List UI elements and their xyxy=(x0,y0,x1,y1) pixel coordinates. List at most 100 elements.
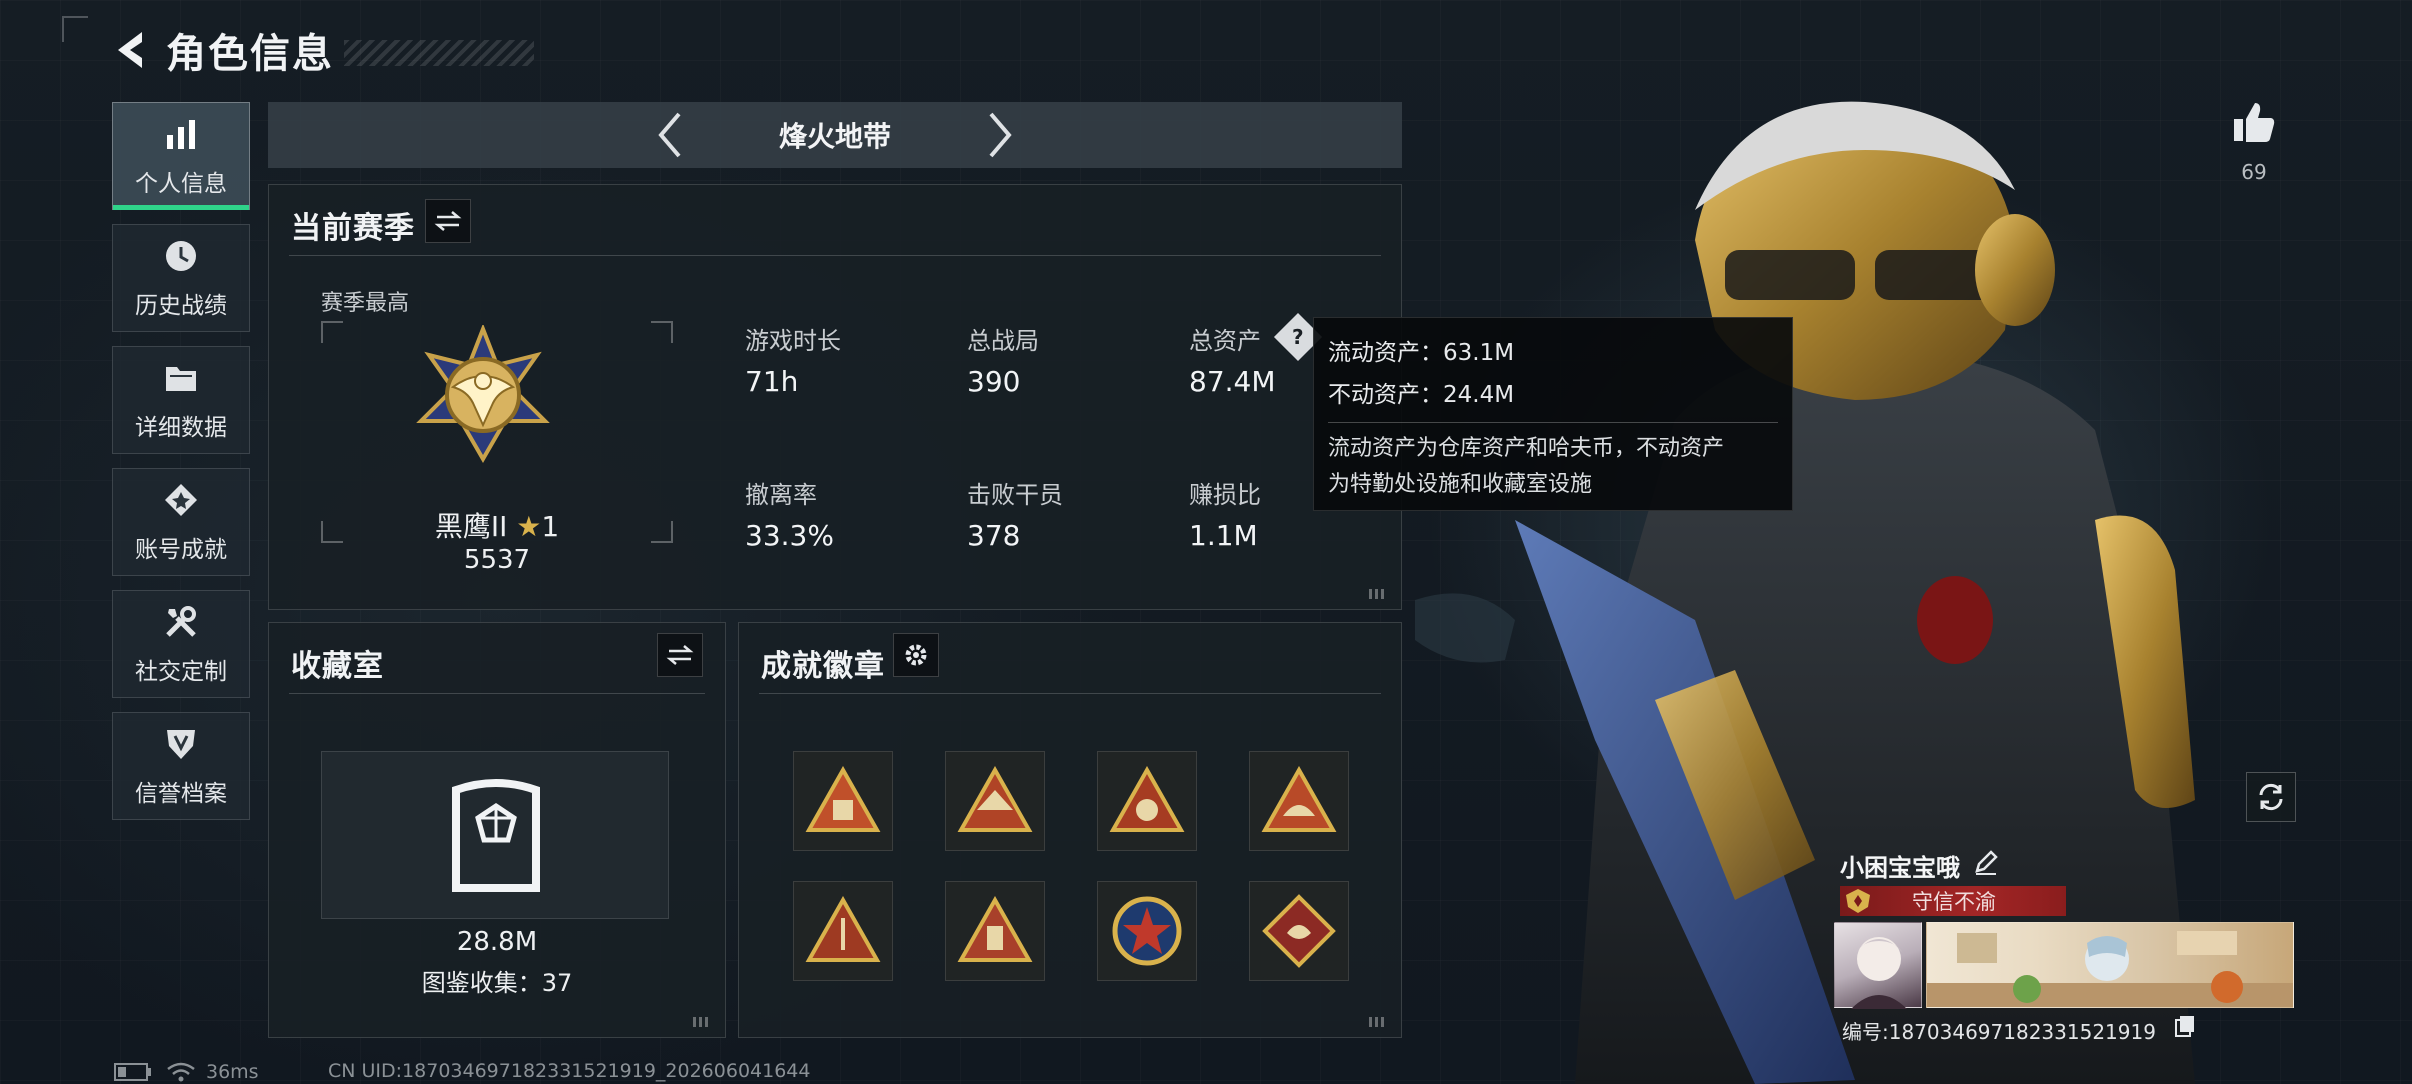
chevron-left-icon xyxy=(658,112,681,158)
refresh-button[interactable] xyxy=(2246,772,2296,822)
player-id: 编号:18703469718233152191​9 xyxy=(1842,1020,2156,1044)
mode-name: 烽火地带 xyxy=(778,120,891,153)
collection-cabinet-icon xyxy=(452,779,540,892)
panel-dots xyxy=(1369,589,1387,599)
edit-name-button[interactable] xyxy=(1972,848,2002,878)
rank-points: 5537 xyxy=(463,545,531,575)
battery-icon xyxy=(114,1063,151,1081)
status-bar: 36ms xyxy=(114,1060,259,1084)
achievements-title: 成就徽章 xyxy=(761,649,885,684)
triangle-badge-icon xyxy=(805,896,881,962)
client-uid: CN UID:187034697182331521919_20260604164… xyxy=(328,1060,811,1082)
pencil-icon xyxy=(1975,850,1998,875)
round-star-badge-icon xyxy=(1112,896,1182,966)
stat-value: 390 xyxy=(967,365,1021,398)
achievement-icon xyxy=(161,480,201,520)
banner-illustration xyxy=(1927,931,2293,1007)
rank-star-icon: ★ xyxy=(516,510,542,543)
achievement-badge[interactable] xyxy=(793,881,893,981)
rank-title: 黑鹰II ★1 xyxy=(269,505,725,545)
player-avatar[interactable] xyxy=(1834,922,1922,1009)
stat-label: 撤离率 xyxy=(745,481,817,509)
assets-tooltip: 流动资产：63.1M 不动资产：24.4M 流动资产为仓库资产和哈夫币，不动资产… xyxy=(1313,317,1793,511)
sidebar-item-social[interactable]: 社交定制 xyxy=(112,590,250,698)
copy-icon xyxy=(2175,1016,2194,1037)
bar-chart-icon xyxy=(161,114,201,154)
season-best-label: 赛季最高 xyxy=(321,291,410,316)
like-button[interactable] xyxy=(2228,96,2280,148)
liquid-assets: 流动资产：63.1M xyxy=(1328,340,1515,366)
gear-icon xyxy=(905,644,927,666)
sidebar-item-details[interactable]: 详细数据 xyxy=(112,346,250,454)
season-title: 当前赛季 xyxy=(291,211,415,246)
achievement-badge[interactable] xyxy=(1249,751,1349,851)
triangle-badge-icon xyxy=(805,766,881,832)
stat-value: 33.3% xyxy=(745,519,834,552)
rank-eagle-badge-icon xyxy=(416,325,550,463)
collection-count: 图鉴收集：37 xyxy=(421,969,573,997)
triangle-badge-icon xyxy=(1261,766,1337,832)
fixed-assets: 不动资产：24.4M xyxy=(1328,382,1515,408)
page-title: 角色信息 xyxy=(166,31,334,77)
history-icon xyxy=(161,236,201,276)
sidebar-item-achievements[interactable]: 账号成就 xyxy=(112,468,250,576)
triangle-badge-icon xyxy=(957,766,1033,832)
sidebar-item-label: 信誉档案 xyxy=(135,781,227,807)
stat-label: 总资产 xyxy=(1189,327,1261,355)
swap-icon xyxy=(434,211,462,231)
profile-banner[interactable] xyxy=(1926,922,2294,1008)
tools-icon xyxy=(161,602,201,642)
panel-dots xyxy=(693,1017,711,1027)
season-panel: 当前赛季 赛季最高 黑鹰II ★1 5537 游戏时长 71h 总战局 390 … xyxy=(268,184,1402,610)
sidebar: 个人信息 历史战绩 详细数据 账号成就 社交定制 信誉档案 xyxy=(112,102,250,834)
swap-icon xyxy=(666,645,694,665)
achievement-badge[interactable] xyxy=(945,751,1045,851)
achievement-badge[interactable] xyxy=(1249,881,1349,981)
stat-value: 1.1M xyxy=(1189,519,1258,552)
honor-emblem-icon xyxy=(1840,886,1876,916)
frame-corner xyxy=(321,321,343,343)
back-button[interactable] xyxy=(110,25,154,75)
stat-label: 总战局 xyxy=(967,327,1039,355)
page-header: 角色信息 xyxy=(110,22,534,78)
achievement-badge[interactable] xyxy=(945,881,1045,981)
collection-switch-button[interactable] xyxy=(657,633,703,677)
corner-decoration xyxy=(62,16,88,42)
stat-label: 赚损比 xyxy=(1189,481,1261,509)
collection-value: 28.8M xyxy=(456,927,538,957)
thumbs-up-icon xyxy=(2234,103,2275,142)
rank-stars: 1 xyxy=(541,510,560,543)
sidebar-item-label: 个人信息 xyxy=(135,171,227,197)
achievements-panel: 成就徽章 xyxy=(738,622,1402,1038)
ping-value: 36ms xyxy=(206,1061,259,1083)
divider xyxy=(289,693,705,694)
collection-title: 收藏室 xyxy=(291,649,384,684)
mode-prev-button[interactable] xyxy=(650,105,690,165)
triangle-badge-icon xyxy=(957,896,1033,962)
like-count: 69 xyxy=(2241,160,2267,184)
sidebar-item-profile[interactable]: 个人信息 xyxy=(112,102,250,210)
achievements-settings-button[interactable] xyxy=(893,633,939,677)
stat-label: 游戏时长 xyxy=(745,327,841,355)
achievement-badge[interactable] xyxy=(1097,751,1197,851)
stat-label: 击败干员 xyxy=(967,481,1063,509)
achievement-badge[interactable] xyxy=(793,751,893,851)
tooltip-divider xyxy=(1328,422,1778,423)
triangle-badge-icon xyxy=(1109,766,1185,832)
collection-card[interactable] xyxy=(321,751,669,919)
copy-id-button[interactable] xyxy=(2174,1014,2196,1038)
sidebar-item-label: 账号成就 xyxy=(135,537,227,563)
sidebar-item-credit[interactable]: 信誉档案 xyxy=(112,712,250,820)
season-switch-button[interactable] xyxy=(425,199,471,243)
avatar-portrait xyxy=(1851,937,1907,1009)
mode-next-button[interactable] xyxy=(980,105,1020,165)
mode-selector: 烽火地带 xyxy=(268,102,1402,168)
refresh-icon xyxy=(2259,783,2283,811)
sidebar-item-history[interactable]: 历史战绩 xyxy=(112,224,250,332)
folder-icon xyxy=(161,358,201,398)
tooltip-desc-line1: 流动资产为仓库资产和哈夫币，不动资产 xyxy=(1328,436,1725,461)
panel-dots xyxy=(1369,1017,1387,1027)
rank-name: 黑鹰II xyxy=(434,510,508,543)
honor-title-tag: 守信不渝 xyxy=(1840,886,2066,916)
achievement-badge[interactable] xyxy=(1097,881,1197,981)
